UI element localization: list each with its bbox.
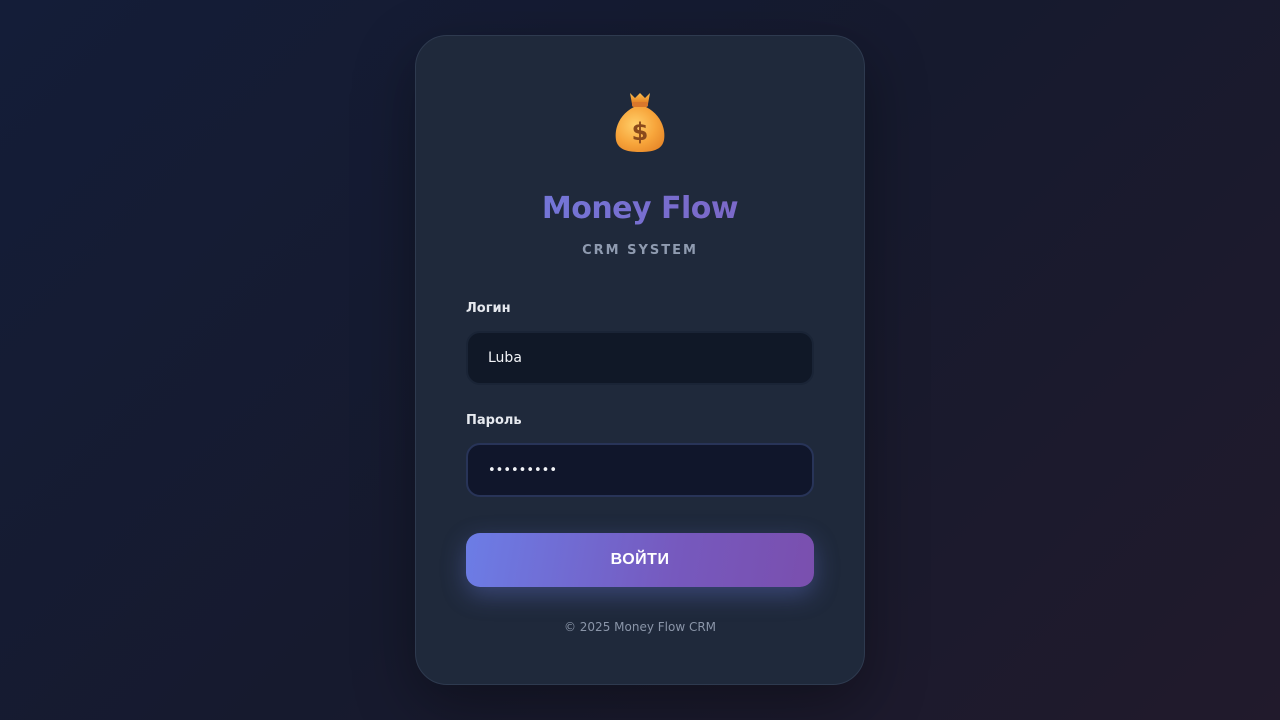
login-label: Логин (466, 301, 511, 316)
password-input[interactable]: ••••••••• (466, 443, 814, 497)
footer-copyright: © 2025 Money Flow CRM (563, 620, 717, 634)
password-input-value: ••••••••• (488, 462, 558, 478)
app-title: Money Flow (416, 189, 864, 229)
login-button[interactable]: ВОЙТИ (466, 533, 814, 587)
password-label: Пароль (466, 413, 522, 428)
login-input[interactable]: Luba (466, 331, 814, 385)
login-card: $ Money Flow CRM SYSTEM Логин Luba Парол… (415, 35, 865, 685)
svg-text:$: $ (632, 118, 649, 146)
money-bag-icon: $ (416, 90, 864, 154)
login-input-value: Luba (488, 350, 522, 366)
app-subtitle: CRM SYSTEM (582, 243, 698, 258)
